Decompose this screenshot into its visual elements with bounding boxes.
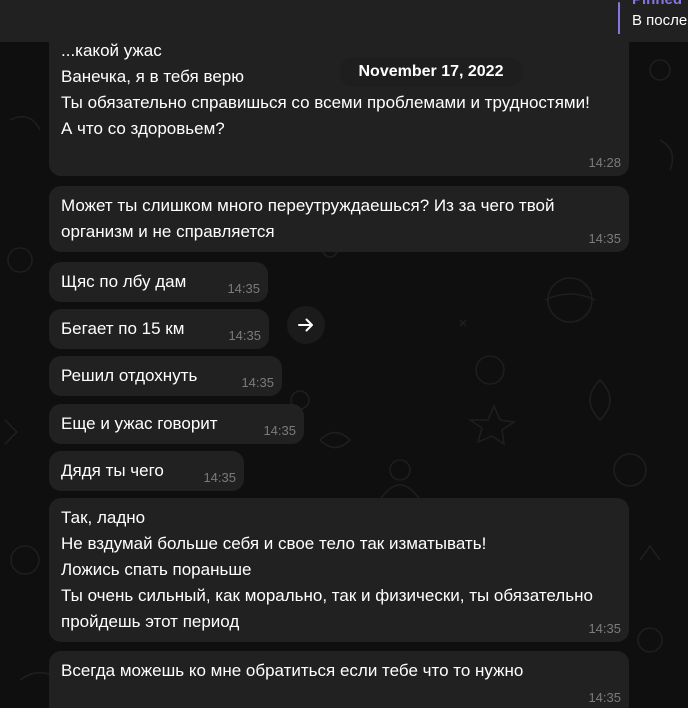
arrow-right-icon <box>298 318 313 332</box>
message-bubble[interactable]: Дядя ты чего 14:35 <box>49 451 244 491</box>
pinned-preview: В после <box>632 12 688 29</box>
message-bubble[interactable]: Решил отдохнуть 14:35 <box>49 356 282 396</box>
message-time: 14:35 <box>588 690 621 705</box>
message-bubble[interactable]: Всегда можешь ко мне обратиться если теб… <box>49 651 629 708</box>
message-text: Решил отдохнуть <box>61 366 198 385</box>
message-time: 14:35 <box>227 281 260 296</box>
message-time: 14:35 <box>263 423 296 438</box>
message-bubble[interactable]: Бегает по 15 км 14:35 <box>49 309 269 349</box>
message-text: ...какой ужас Ванечка, я в тебя верю Ты … <box>61 41 590 138</box>
date-separator: November 17, 2022 <box>339 57 523 87</box>
message-text: Еще и ужас говорит <box>61 414 218 433</box>
pinned-title: Pinned <box>632 0 682 8</box>
pinned-message[interactable]: Pinned В после <box>618 0 688 38</box>
message-bubble[interactable]: Еще и ужас говорит 14:35 <box>49 404 304 444</box>
message-time: 14:35 <box>203 470 236 485</box>
message-bubble[interactable]: Так, ладно Не вздумай больше себя и свое… <box>49 498 629 642</box>
message-time: 14:28 <box>588 155 621 170</box>
forward-button[interactable] <box>287 306 325 344</box>
chat-view: Pinned В после ...какой ужас Ванечка, я … <box>0 0 688 708</box>
message-time: 14:35 <box>241 375 274 390</box>
message-time: 14:35 <box>588 231 621 246</box>
message-text: Так, ладно Не вздумай больше себя и свое… <box>61 508 593 631</box>
message-text: Всегда можешь ко мне обратиться если теб… <box>61 661 524 680</box>
message-bubble[interactable]: ...какой ужас Ванечка, я в тебя верю Ты … <box>49 34 629 176</box>
message-text: Может ты слишком много переутруждаешься?… <box>61 196 555 241</box>
message-time: 14:35 <box>588 621 621 636</box>
message-bubble[interactable]: Щяс по лбу дам 14:35 <box>49 262 268 302</box>
message-time: 14:35 <box>228 328 261 343</box>
pinned-accent-bar <box>618 2 620 36</box>
message-bubble[interactable]: Может ты слишком много переутруждаешься?… <box>49 186 629 252</box>
